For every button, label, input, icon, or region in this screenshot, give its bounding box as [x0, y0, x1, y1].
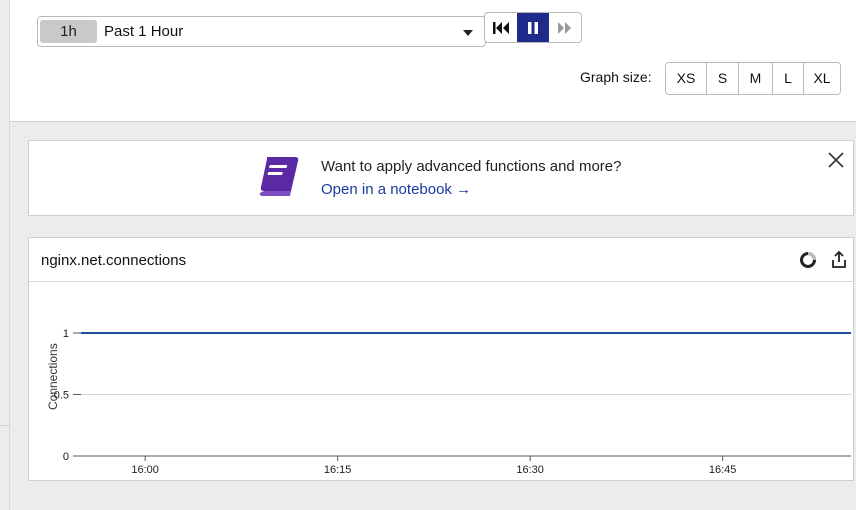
- pause-button[interactable]: [517, 13, 549, 42]
- graph-header: nginx.net.connections: [29, 238, 853, 282]
- rewind-icon: [493, 21, 509, 34]
- time-range-badge: 1h: [40, 20, 97, 43]
- graph-size-xl-button[interactable]: XL: [803, 63, 840, 94]
- graph-size-s-button[interactable]: S: [706, 63, 738, 94]
- notebook-icon: [259, 157, 299, 196]
- x-tick-label: 16:15: [324, 464, 352, 476]
- chevron-down-icon: [463, 30, 473, 36]
- time-range-select[interactable]: 1h Past 1 Hour: [37, 16, 486, 47]
- graph-size-options: XS S M L XL: [665, 62, 841, 95]
- controls-bar: 1h Past 1 Hour Graph size: XS S M L XL: [10, 0, 856, 122]
- graph-size-m-button[interactable]: M: [738, 63, 772, 94]
- y-tick-label: 0.5: [54, 390, 69, 402]
- open-notebook-link[interactable]: Open in a notebook →: [321, 181, 471, 198]
- graph-title: nginx.net.connections: [41, 252, 187, 269]
- graph-size-l-button[interactable]: L: [772, 63, 803, 94]
- pause-icon: [528, 21, 538, 34]
- y-tick-label: 1: [63, 328, 69, 340]
- fast-forward-button[interactable]: [549, 13, 581, 42]
- graph-size-label: Graph size:: [580, 69, 652, 85]
- left-rail: [0, 0, 10, 510]
- notebook-banner: Want to apply advanced functions and mor…: [28, 140, 854, 216]
- graph-card: nginx.net.connections Connections 0 0.5 1 1…: [28, 237, 854, 481]
- x-tick-label: 16:30: [516, 464, 544, 476]
- playback-controls: [484, 12, 582, 43]
- rewind-button[interactable]: [485, 13, 517, 42]
- x-tick-label: 16:45: [709, 464, 737, 476]
- banner-title: Want to apply advanced functions and mor…: [321, 158, 622, 175]
- time-range-label: Past 1 Hour: [104, 23, 184, 40]
- share-icon[interactable]: [830, 250, 848, 270]
- graph-size-xs-button[interactable]: XS: [666, 63, 706, 94]
- y-tick-label: 0: [63, 451, 69, 463]
- close-icon[interactable]: [827, 151, 845, 169]
- fast-forward-icon: [558, 21, 571, 34]
- x-tick-label: 16:00: [131, 464, 159, 476]
- chart-plot: 0 0.5 1 16:00 16:15 16:30 16:45: [54, 328, 851, 476]
- loading-spinner-icon: [800, 252, 816, 268]
